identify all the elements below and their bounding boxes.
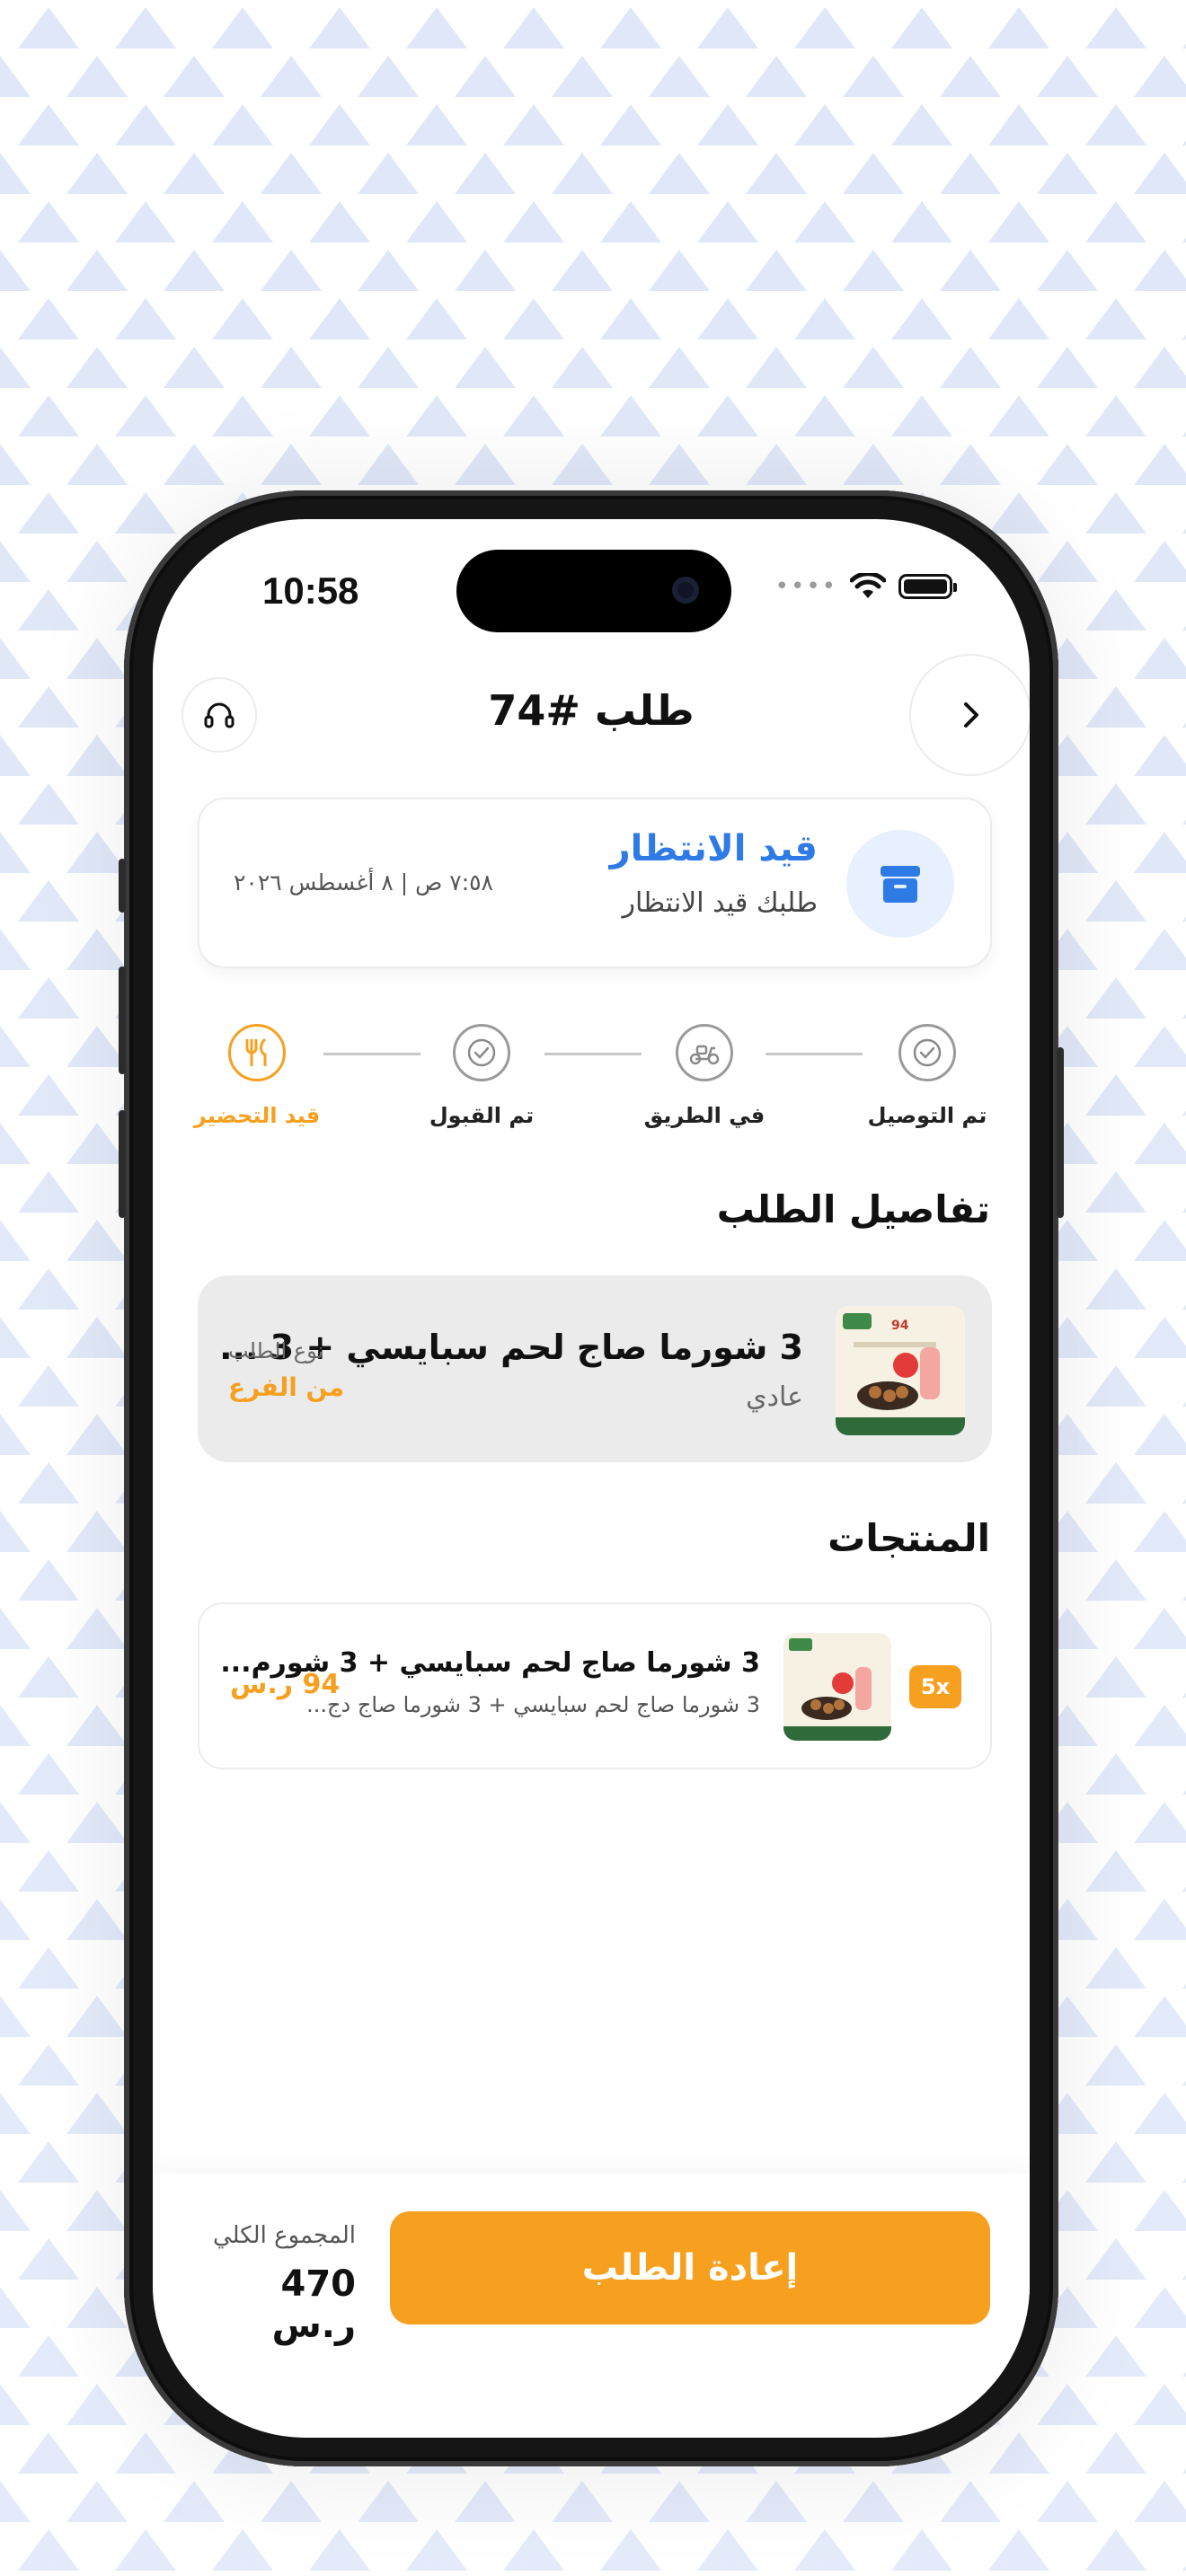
- product-image: 94: [836, 1306, 965, 1435]
- battery-icon: [898, 574, 957, 599]
- thumb-price-text: 94: [891, 1319, 909, 1333]
- step-label: قيد التحضير: [193, 1103, 321, 1128]
- quantity-badge: 5x: [909, 1665, 961, 1708]
- step-accepted: تم القبول: [392, 1024, 571, 1128]
- step-on-the-way: في الطريق: [615, 1024, 794, 1128]
- status-datetime: ٧:٥٨ ص | ٨ أغسطس ٢٠٢٦: [234, 869, 493, 895]
- order-status-card: قيد الانتظار طلبك قيد الانتظار ٧:٥٨ ص | …: [198, 798, 992, 968]
- total-value: 470 ر.س: [271, 2263, 356, 2346]
- check-circle-icon: [913, 1038, 942, 1067]
- signal-icon: ••••: [774, 573, 837, 600]
- status-icons: ••••: [774, 573, 957, 600]
- chevron-right-icon: [964, 702, 978, 728]
- products-title: المنتجات: [828, 1516, 990, 1560]
- check-circle-icon: [467, 1038, 496, 1067]
- order-details-title: تفاصيل الطلب: [716, 1187, 990, 1231]
- reorder-button[interactable]: إعادة الطلب: [390, 2211, 990, 2325]
- back-button[interactable]: [909, 654, 1030, 776]
- side-button-volume-down: [119, 1110, 126, 1218]
- step-label: تم القبول: [429, 1103, 535, 1128]
- status-subtitle: طلبك قيد الانتظار: [622, 887, 818, 919]
- archive-box-icon: [881, 866, 920, 903]
- utensils-icon: [245, 1037, 267, 1066]
- total-label: المجموع الكلي: [213, 2222, 356, 2249]
- scooter-icon: [689, 1045, 720, 1065]
- status-icon-badge: [846, 830, 954, 938]
- step-label: في الطريق: [643, 1103, 766, 1128]
- step-label: تم التوصيل: [867, 1103, 987, 1128]
- side-button-mute: [119, 859, 126, 913]
- order-item-type: عادي: [746, 1381, 803, 1413]
- order-details-card[interactable]: 94 3 شورما صاج لحم سبايسي + 3 ... عادي ن…: [198, 1275, 992, 1462]
- page-title: طلب #74: [488, 686, 695, 735]
- dynamic-island: [456, 550, 731, 632]
- product-description: 3 شورما صاج لحم سبايسي + 3 شورما صاج دج.…: [306, 1692, 760, 1717]
- product-thumbnail: [783, 1633, 891, 1741]
- side-button-power: [1057, 1047, 1064, 1218]
- order-type-label: نوع الطلب: [228, 1338, 324, 1363]
- product-price: 94 ر.س: [230, 1669, 341, 1700]
- step-delivered: تم التوصيل: [837, 1024, 1017, 1128]
- app-screen: 10:58 •••• طلب #74 قيد الانتظار طلبك قيد…: [153, 519, 1030, 2438]
- product-row[interactable]: 5x 3 شورما صاج لحم سبايسي + 3 شورم... 3 …: [198, 1602, 992, 1769]
- camera-icon: [672, 577, 699, 604]
- status-time: 10:58: [262, 569, 359, 612]
- status-title: قيد الانتظار: [609, 828, 818, 869]
- step-preparing: قيد التحضير: [167, 1024, 347, 1128]
- wifi-icon: [850, 573, 886, 598]
- order-type-value: من الفرع: [228, 1372, 345, 1402]
- side-button-volume-up: [119, 966, 126, 1074]
